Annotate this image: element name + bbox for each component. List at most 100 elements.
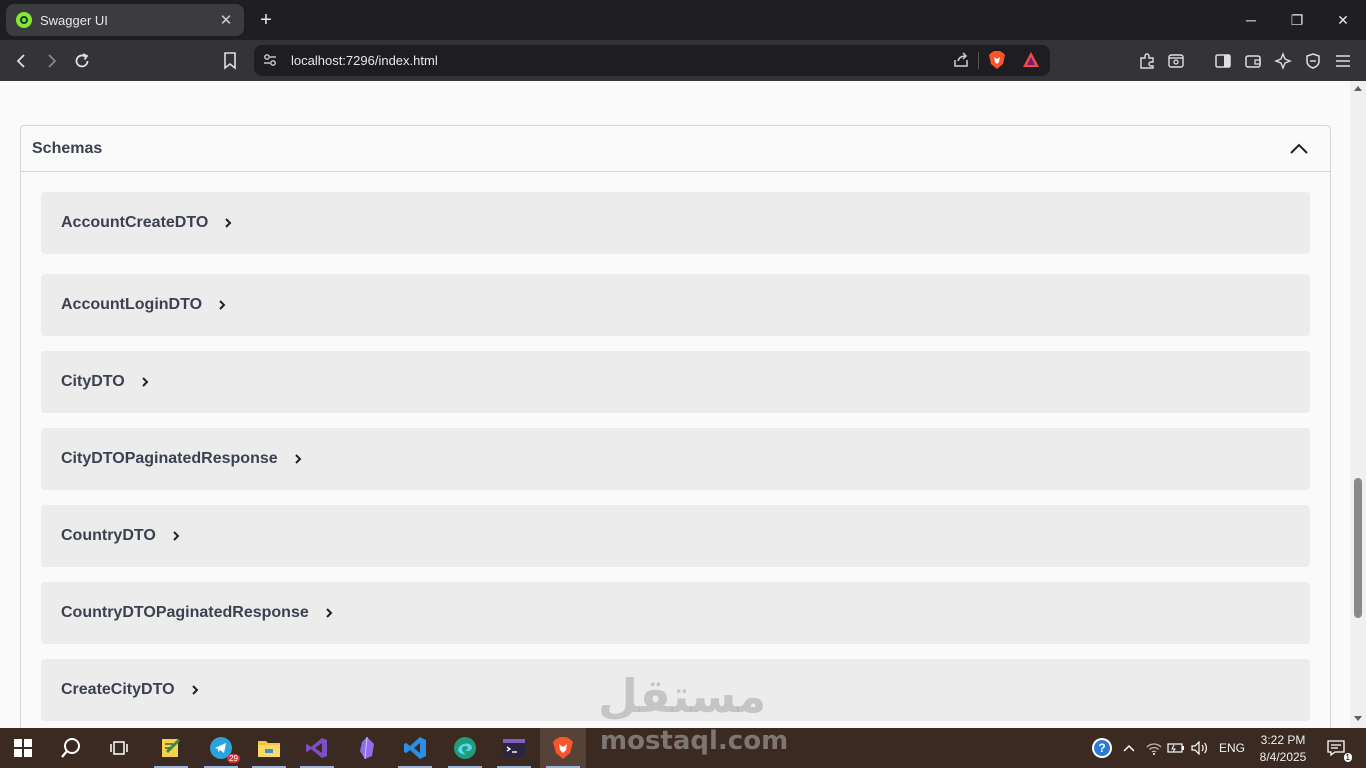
taskbar-terminal[interactable] xyxy=(491,728,537,768)
wallet-icon xyxy=(1245,55,1261,68)
address-bar[interactable]: localhost:7296/index.html xyxy=(254,45,1050,76)
model-country-dto[interactable]: CountryDTO xyxy=(41,505,1310,567)
volume-icon xyxy=(1191,741,1207,755)
tray-date[interactable]: 8/4/2025 xyxy=(1257,750,1309,764)
site-settings-icon[interactable] xyxy=(262,52,278,68)
taskbar-obsidian[interactable] xyxy=(344,728,390,768)
tab-close-icon[interactable]: ✕ xyxy=(218,11,234,29)
back-icon xyxy=(16,54,25,68)
bookmark-button[interactable] xyxy=(217,48,243,74)
page-scrollbar[interactable] xyxy=(1350,81,1366,728)
taskbar-brave[interactable] xyxy=(540,728,586,768)
forward-button[interactable] xyxy=(38,48,64,74)
maximize-button[interactable]: ❐ xyxy=(1274,0,1320,40)
chevron-right-icon xyxy=(172,530,182,542)
share-icon[interactable] xyxy=(952,51,970,69)
model-account-login-dto[interactable]: AccountLoginDTO xyxy=(41,274,1310,336)
schemas-header[interactable]: Schemas xyxy=(21,126,1330,172)
chevron-up-icon xyxy=(1290,143,1308,154)
start-button[interactable] xyxy=(0,728,46,768)
tray-overflow-button[interactable] xyxy=(1118,728,1140,768)
extensions-button[interactable] xyxy=(1134,48,1160,74)
collapse-schemas-button[interactable] xyxy=(1287,137,1311,161)
model-name: CountryDTOPaginatedResponse xyxy=(61,604,309,621)
vpn-button[interactable] xyxy=(1300,48,1326,74)
model-name: CreateCityDTO xyxy=(61,681,175,698)
taskbar-notepad[interactable] xyxy=(148,728,194,768)
wallet-button[interactable] xyxy=(1240,48,1266,74)
chevron-right-icon xyxy=(191,684,201,696)
chevron-right-icon xyxy=(218,299,228,311)
swagger-favicon-icon xyxy=(16,12,32,28)
shield-icon xyxy=(1306,53,1320,69)
reload-button[interactable] xyxy=(69,48,95,74)
swagger-page: Schemas AccountCreateDTO AccountLoginDTO… xyxy=(0,81,1350,728)
menu-button[interactable] xyxy=(1330,48,1356,74)
tab-swagger-ui[interactable]: Swagger UI ✕ xyxy=(6,4,244,36)
chevron-right-icon xyxy=(325,607,335,619)
chevron-right-icon xyxy=(294,453,304,465)
model-city-dto[interactable]: CityDTO xyxy=(41,351,1310,413)
tray-time[interactable]: 3:22 PM xyxy=(1260,733,1306,747)
model-name: CountryDTO xyxy=(61,527,156,544)
taskbar-visual-studio[interactable] xyxy=(294,728,340,768)
hamburger-menu-icon xyxy=(1336,55,1350,67)
close-window-button[interactable]: ✕ xyxy=(1320,0,1366,40)
browser-toolbar: localhost:7296/index.html xyxy=(0,40,1366,81)
edge-dev-icon xyxy=(454,737,476,759)
battery-icon xyxy=(1167,743,1184,753)
wifi-icon xyxy=(1146,743,1162,755)
sidebar-icon xyxy=(1215,54,1231,68)
brave-shields-icon[interactable] xyxy=(988,50,1006,70)
leo-ai-button[interactable] xyxy=(1270,48,1296,74)
scrollbar-thumb[interactable] xyxy=(1354,478,1362,618)
notification-count-badge: 1 xyxy=(1343,753,1352,762)
task-view-icon xyxy=(110,741,128,755)
taskbar-vscode[interactable] xyxy=(392,728,438,768)
chevron-right-icon xyxy=(224,217,234,229)
obsidian-icon xyxy=(360,736,374,760)
back-button[interactable] xyxy=(9,48,35,74)
sidebar-button[interactable] xyxy=(1210,48,1236,74)
notification-center-button[interactable]: 1 xyxy=(1318,728,1354,768)
tray-battery[interactable] xyxy=(1164,728,1188,768)
model-account-create-dto[interactable]: AccountCreateDTO xyxy=(41,192,1310,254)
notepad-icon xyxy=(162,738,181,757)
scroll-up-arrow-icon[interactable] xyxy=(1353,84,1363,92)
schemas-title: Schemas xyxy=(32,139,103,157)
reader-mode-button[interactable] xyxy=(1163,48,1189,74)
input-language[interactable]: ENG xyxy=(1219,741,1245,755)
model-name: CityDTO xyxy=(61,373,125,390)
tray-network[interactable] xyxy=(1142,728,1166,768)
taskbar-search-button[interactable] xyxy=(48,728,94,768)
brave-rewards-icon[interactable] xyxy=(1022,51,1040,69)
brave-icon xyxy=(553,737,573,759)
tray-volume[interactable] xyxy=(1188,728,1212,768)
reload-icon xyxy=(75,53,89,68)
model-name: CityDTOPaginatedResponse xyxy=(61,450,278,467)
model-name: AccountCreateDTO xyxy=(61,214,209,231)
taskbar-edge-dev[interactable] xyxy=(442,728,488,768)
url-text[interactable]: localhost:7296/index.html xyxy=(291,53,438,68)
minimize-button[interactable]: ─ xyxy=(1228,0,1274,40)
watermark-arabic: مستقل xyxy=(598,669,767,723)
vscode-icon xyxy=(404,737,426,759)
address-separator xyxy=(978,52,979,69)
file-explorer-icon xyxy=(258,741,280,757)
model-name: AccountLoginDTO xyxy=(61,296,203,313)
windows-logo-icon xyxy=(14,739,32,757)
sparkle-icon xyxy=(1274,52,1292,70)
scroll-down-arrow-icon[interactable] xyxy=(1353,715,1363,723)
tab-title: Swagger UI xyxy=(40,12,108,28)
help-icon: ? xyxy=(1092,738,1112,758)
chevron-up-icon xyxy=(1123,744,1135,752)
taskbar-telegram[interactable]: 29 xyxy=(198,728,244,768)
new-tab-button[interactable]: + xyxy=(254,8,278,32)
taskbar-file-explorer[interactable] xyxy=(246,728,292,768)
puzzle-icon xyxy=(1140,53,1154,69)
model-city-dto-paginated-response[interactable]: CityDTOPaginatedResponse xyxy=(41,428,1310,490)
terminal-icon xyxy=(503,739,525,757)
model-country-dto-paginated-response[interactable]: CountryDTOPaginatedResponse xyxy=(41,582,1310,644)
task-view-button[interactable] xyxy=(96,728,142,768)
forward-icon xyxy=(48,54,57,68)
